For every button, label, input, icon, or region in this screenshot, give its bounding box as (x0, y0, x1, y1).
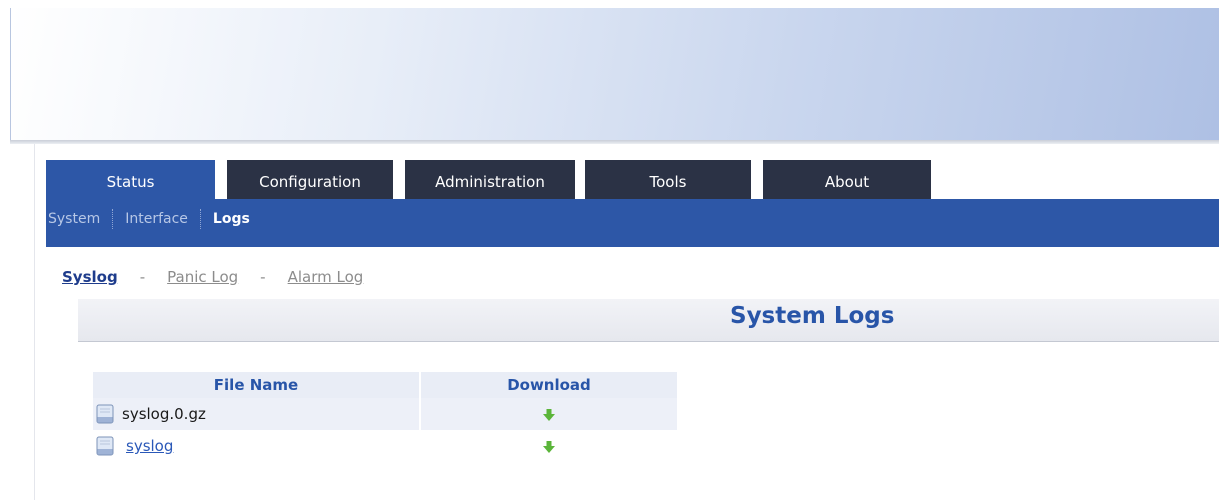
tab-tools[interactable]: Tools (585, 160, 751, 200)
file-name-link[interactable]: syslog (122, 437, 173, 455)
syslog-link[interactable]: Syslog (62, 268, 118, 286)
section-header-bar (78, 299, 1219, 342)
file-name-cell: syslog.0.gz (93, 398, 421, 430)
subnav: System Interface Logs (46, 207, 262, 231)
subnav-item-interface[interactable]: Interface (113, 211, 200, 227)
log-type-links: Syslog - Panic Log - Alarm Log (62, 268, 363, 286)
subnav-item-logs[interactable]: Logs (201, 211, 262, 227)
table-row: syslog.0.gz (93, 398, 677, 430)
green-down-arrow-icon[interactable] (543, 408, 555, 421)
link-separator: - (139, 268, 146, 286)
header-banner (10, 8, 1219, 140)
column-header-download: Download (420, 372, 677, 398)
document-icon (96, 436, 114, 456)
tab-status[interactable]: Status (46, 160, 215, 200)
log-files-table: File Name Download syslog.0.gz syslog (93, 372, 677, 462)
download-cell (420, 398, 677, 430)
file-name-cell: syslog (93, 430, 420, 462)
document-icon (96, 404, 114, 424)
tab-configuration[interactable]: Configuration (227, 160, 393, 200)
column-header-file-name: File Name (93, 372, 421, 398)
table-row: syslog (93, 430, 677, 462)
download-cell (420, 430, 677, 462)
tab-about[interactable]: About (763, 160, 931, 200)
page-title: System Logs (730, 303, 895, 329)
green-down-arrow-icon[interactable] (542, 440, 555, 453)
table-header-row: File Name Download (93, 372, 677, 398)
panic-log-link[interactable]: Panic Log (167, 268, 238, 286)
link-separator: - (260, 268, 266, 286)
tab-administration[interactable]: Administration (405, 160, 575, 200)
file-name: syslog.0.gz (122, 405, 206, 423)
alarm-log-link[interactable]: Alarm Log (288, 268, 364, 286)
subnav-item-system[interactable]: System (46, 211, 112, 227)
